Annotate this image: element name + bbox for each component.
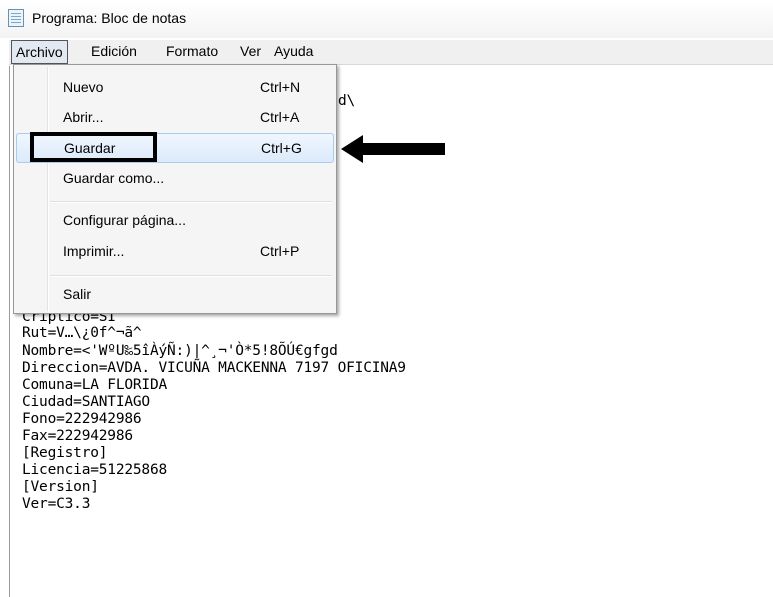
menu-item-label: Imprimir... [63, 243, 125, 259]
menu-item-imprimir[interactable]: Imprimir... Ctrl+P [16, 237, 334, 267]
menu-item-configurar-pagina[interactable]: Configurar página... [16, 206, 334, 236]
menu-formato[interactable]: Formato [166, 40, 218, 64]
editor-line: [Version] [22, 479, 99, 495]
menu-bar: Archivo Edición Formato Ver Ayuda [9, 40, 773, 65]
editor-line: Ciudad=SANTIAGO [22, 394, 150, 410]
menu-item-shortcut: Ctrl+N [260, 79, 301, 95]
notepad-icon [8, 9, 24, 27]
editor-line: Direccion=AVDA. VICUÑA MACKENNA 7197 OFI… [22, 360, 406, 376]
menu-item-label: Salir [63, 286, 92, 302]
menu-archivo[interactable]: Archivo [11, 40, 68, 64]
menu-item-shortcut: Ctrl+G [261, 140, 302, 156]
window-title: Programa: Bloc de notas [32, 10, 187, 26]
menu-item-nuevo[interactable]: Nuevo Ctrl+N [16, 73, 334, 103]
menu-item-guardar-como[interactable]: Guardar como... [16, 164, 334, 194]
editor-line: Fax=222942986 [22, 428, 133, 444]
menu-ayuda[interactable]: Ayuda [274, 40, 313, 64]
menu-separator [50, 201, 332, 203]
menu-item-label: Guardar como... [63, 170, 165, 186]
archivo-dropdown-menu: Nuevo Ctrl+N Abrir... Ctrl+A Guardar Ctr… [13, 64, 337, 314]
editor-line: Fono=222942986 [22, 411, 142, 427]
guardar-highlight-box [30, 132, 157, 162]
menu-separator [50, 275, 332, 277]
left-arrow-icon [341, 135, 445, 163]
menu-item-label: Nuevo [63, 79, 104, 95]
menu-edicion[interactable]: Edición [91, 40, 137, 64]
menu-item-abrir[interactable]: Abrir... Ctrl+A [16, 103, 334, 133]
editor-line: Nombre=<'WºU‰5îÀýÑ:)|^¸¬'Ò*5!8ÕÚ€gfgd [22, 343, 338, 359]
menu-item-salir[interactable]: Salir [16, 280, 334, 310]
menu-item-shortcut: Ctrl+A [260, 109, 300, 125]
editor-line: Ver=C3.3 [22, 496, 91, 512]
menu-item-shortcut: Ctrl+P [260, 243, 300, 259]
window-titlebar: Programa: Bloc de notas [0, 0, 773, 38]
editor-line: Licencia=51225868 [22, 462, 168, 478]
editor-line: Rut=V…\¿0f^¬ã^ [22, 325, 142, 341]
editor-line: Comuna=LA FLORIDA [22, 377, 168, 393]
editor-line: [Registro] [22, 445, 108, 461]
menu-item-label: Configurar página... [63, 212, 186, 228]
menu-item-label: Abrir... [63, 109, 104, 125]
editor-peek-text: d\ [338, 93, 356, 109]
menu-ver[interactable]: Ver [240, 40, 261, 64]
